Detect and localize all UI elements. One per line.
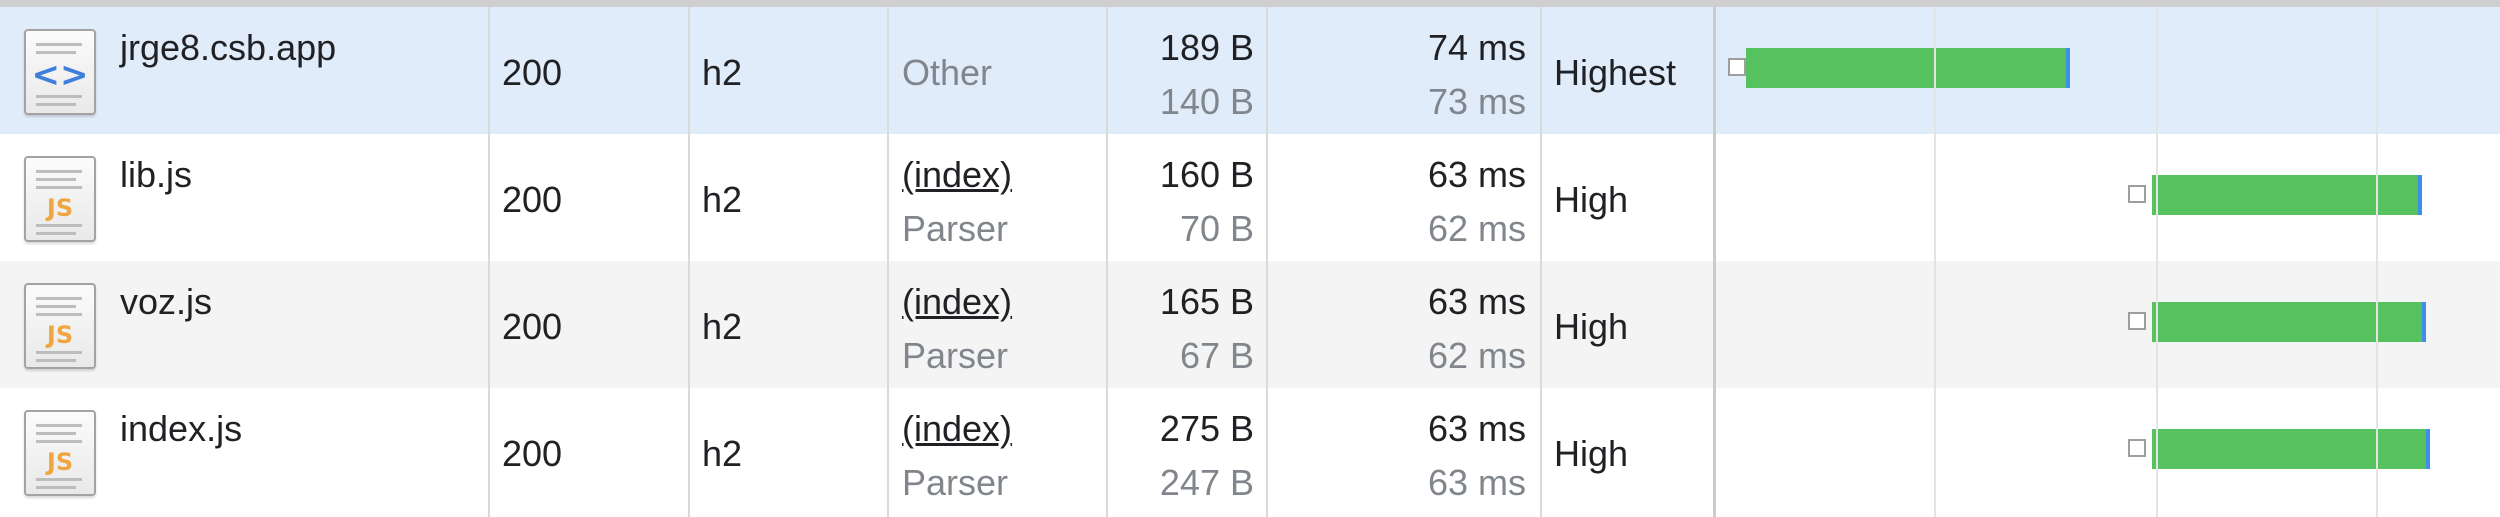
request-name[interactable]: jrge8.csb.app <box>120 28 336 68</box>
waterfall-queue-marker <box>2128 312 2146 330</box>
request-name[interactable]: voz.js <box>120 282 212 322</box>
waterfall-bar[interactable] <box>2152 429 2426 469</box>
resource-size-cell: 67 B <box>1179 335 1254 376</box>
table-top-border <box>0 0 2500 7</box>
initiator-type: Parser <box>902 335 1009 376</box>
column-divider[interactable] <box>887 7 889 517</box>
request-name[interactable]: lib.js <box>120 155 192 195</box>
table-row[interactable]: <> jrge8.csb.app 200 h2 Other 189 B 140 … <box>0 7 2500 134</box>
time-cell: 63 ms <box>1427 154 1526 195</box>
table-row[interactable]: JS index.js 200 h2 (index) Parser 275 B … <box>0 388 2500 515</box>
size-cell: 275 B <box>1159 408 1254 449</box>
timeline-gridline <box>1934 7 1936 517</box>
waterfall-bar[interactable] <box>2152 302 2422 342</box>
column-divider[interactable] <box>1540 7 1542 517</box>
document-html-icon: <> <box>24 29 96 115</box>
waterfall-download-marker <box>2422 302 2426 342</box>
latency-cell: 62 ms <box>1427 208 1526 249</box>
priority-cell: High <box>1554 433 1629 474</box>
status-cell: 200 <box>502 433 563 474</box>
waterfall-divider[interactable] <box>1713 7 1716 517</box>
priority-cell: High <box>1554 179 1629 220</box>
status-cell: 200 <box>502 52 563 93</box>
time-cell: 63 ms <box>1427 408 1526 449</box>
initiator-link[interactable]: (index) <box>902 155 1012 195</box>
latency-cell: 73 ms <box>1427 81 1526 122</box>
column-divider[interactable] <box>688 7 690 517</box>
size-cell: 160 B <box>1159 154 1254 195</box>
waterfall-download-marker <box>2066 48 2070 88</box>
initiator-type: Parser <box>902 462 1009 503</box>
waterfall-download-marker <box>2418 175 2422 215</box>
time-cell: 74 ms <box>1427 27 1526 68</box>
request-name[interactable]: index.js <box>120 409 242 449</box>
protocol-cell: h2 <box>702 306 743 347</box>
protocol-cell: h2 <box>702 52 743 93</box>
network-request-table: <> jrge8.csb.app 200 h2 Other 189 B 140 … <box>0 7 2500 517</box>
waterfall-queue-marker <box>2128 185 2146 203</box>
latency-cell: 62 ms <box>1427 335 1526 376</box>
script-js-icon: JS <box>24 283 96 369</box>
priority-cell: High <box>1554 306 1629 347</box>
priority-cell: Highest <box>1554 52 1677 93</box>
column-divider[interactable] <box>1266 7 1268 517</box>
waterfall-download-marker <box>2426 429 2430 469</box>
status-cell: 200 <box>502 179 563 220</box>
initiator-link[interactable]: (index) <box>902 282 1012 322</box>
table-row[interactable]: JS voz.js 200 h2 (index) Parser 165 B 67… <box>0 261 2500 388</box>
timeline-gridline <box>2376 7 2378 517</box>
timeline-gridline <box>2156 7 2158 517</box>
column-divider[interactable] <box>488 7 490 517</box>
waterfall-bar[interactable] <box>1746 48 2066 88</box>
resource-size-cell: 70 B <box>1179 208 1254 249</box>
column-divider[interactable] <box>1106 7 1108 517</box>
protocol-cell: h2 <box>702 433 743 474</box>
status-cell: 200 <box>502 306 563 347</box>
resource-size-cell: 140 B <box>1159 81 1254 122</box>
initiator-link[interactable]: (index) <box>902 409 1012 449</box>
waterfall-queue-marker <box>1728 58 1746 76</box>
size-cell: 189 B <box>1159 27 1254 68</box>
table-row[interactable]: JS lib.js 200 h2 (index) Parser 160 B 70… <box>0 134 2500 261</box>
script-js-icon: JS <box>24 410 96 496</box>
waterfall-queue-marker <box>2128 439 2146 457</box>
protocol-cell: h2 <box>702 179 743 220</box>
resource-size-cell: 247 B <box>1159 462 1254 503</box>
latency-cell: 63 ms <box>1427 462 1526 503</box>
waterfall-bar[interactable] <box>2152 175 2418 215</box>
initiator-cell: Other <box>902 52 993 93</box>
time-cell: 63 ms <box>1427 281 1526 322</box>
initiator-type: Parser <box>902 208 1009 249</box>
size-cell: 165 B <box>1159 281 1254 322</box>
script-js-icon: JS <box>24 156 96 242</box>
